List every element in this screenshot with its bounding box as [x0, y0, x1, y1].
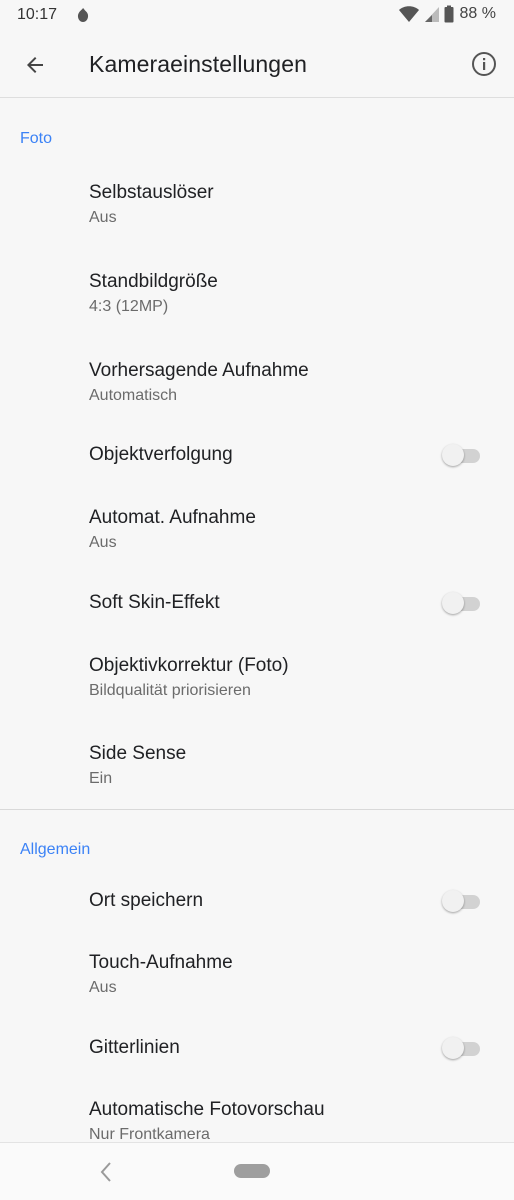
setting-title: Objektivkorrektur (Foto)	[89, 655, 289, 676]
cellular-signal-icon	[424, 7, 439, 22]
toggle-switch[interactable]	[442, 591, 480, 615]
setting-standbildgroesse[interactable]: Standbildgröße 4:3 (12MP)	[0, 255, 514, 333]
toggle-switch[interactable]	[442, 443, 480, 467]
toggle-thumb	[442, 1037, 464, 1059]
battery-icon	[444, 5, 454, 23]
setting-title: Gitterlinien	[89, 1037, 180, 1058]
setting-value: Automatisch	[89, 387, 178, 404]
setting-soft-skin-effekt[interactable]: Soft Skin-Effekt	[0, 580, 514, 628]
setting-ort-speichern[interactable]: Ort speichern	[0, 877, 514, 925]
setting-gitterlinien[interactable]: Gitterlinien	[0, 1025, 514, 1073]
toggle-switch[interactable]	[442, 1036, 480, 1060]
setting-title: Soft Skin-Effekt	[89, 592, 220, 613]
setting-value: Aus	[89, 209, 117, 226]
setting-title: Automat. Aufnahme	[89, 507, 256, 528]
setting-title: Vorhersagende Aufnahme	[89, 360, 309, 381]
setting-value: Nur Frontkamera	[89, 1126, 210, 1142]
setting-title: Standbildgröße	[89, 271, 218, 292]
setting-objektivkorrektur[interactable]: Objektivkorrektur (Foto) Bildqualität pr…	[0, 639, 514, 717]
arrow-back-icon	[27, 57, 43, 73]
setting-automatische-fotovorschau[interactable]: Automatische Fotovorschau Nur Frontkamer…	[0, 1085, 514, 1142]
section-header-foto: Foto	[20, 130, 53, 147]
setting-value: 4:3 (12MP)	[89, 298, 169, 315]
status-bar: 10:17 88 %	[0, 0, 514, 30]
setting-title: Selbstauslöser	[89, 182, 214, 203]
setting-selbstausloeser[interactable]: Selbstauslöser Aus	[0, 166, 514, 244]
page-title: Kameraeinstellungen	[89, 51, 307, 77]
toggle-switch[interactable]	[442, 889, 480, 913]
setting-title: Touch-Aufnahme	[89, 952, 233, 973]
setting-title: Side Sense	[89, 743, 187, 764]
info-button[interactable]	[470, 50, 498, 78]
setting-automat-aufnahme[interactable]: Automat. Aufnahme Aus	[0, 491, 514, 569]
chevron-left-icon	[100, 1162, 111, 1182]
setting-value: Ein	[89, 770, 113, 787]
app-bar: Kameraeinstellungen	[0, 30, 514, 98]
battery-percent: 88 %	[459, 5, 496, 22]
toggle-thumb	[442, 592, 464, 614]
setting-title: Ort speichern	[89, 890, 204, 911]
section-header-allgemein: Allgemein	[20, 841, 91, 858]
info-icon	[472, 52, 496, 76]
setting-value: Aus	[89, 979, 117, 996]
notification-app-icon	[77, 8, 89, 22]
wifi-icon	[398, 6, 419, 22]
setting-title: Automatische Fotovorschau	[89, 1099, 325, 1120]
camera-settings-screen: 10:17 88 % Kameraeinstellungen Foto Selb…	[0, 0, 514, 1200]
setting-objektverfolgung[interactable]: Objektverfolgung	[0, 432, 514, 480]
setting-touch-aufnahme[interactable]: Touch-Aufnahme Aus	[0, 937, 514, 1015]
setting-value: Aus	[89, 534, 117, 551]
toggle-thumb	[442, 444, 464, 466]
back-button[interactable]	[18, 48, 52, 82]
setting-vorhersagende-aufnahme[interactable]: Vorhersagende Aufnahme Automatisch	[0, 344, 514, 422]
toggle-thumb	[442, 890, 464, 912]
section-divider	[0, 809, 514, 810]
status-icons: 88 %	[398, 5, 496, 23]
system-nav-bar	[0, 1142, 514, 1200]
status-time: 10:17	[17, 6, 58, 23]
nav-home-pill[interactable]	[234, 1164, 270, 1178]
nav-back-button[interactable]	[96, 1159, 116, 1185]
setting-title: Objektverfolgung	[89, 444, 233, 465]
setting-value: Bildqualität priorisieren	[89, 682, 251, 699]
setting-side-sense[interactable]: Side Sense Ein	[0, 727, 514, 805]
